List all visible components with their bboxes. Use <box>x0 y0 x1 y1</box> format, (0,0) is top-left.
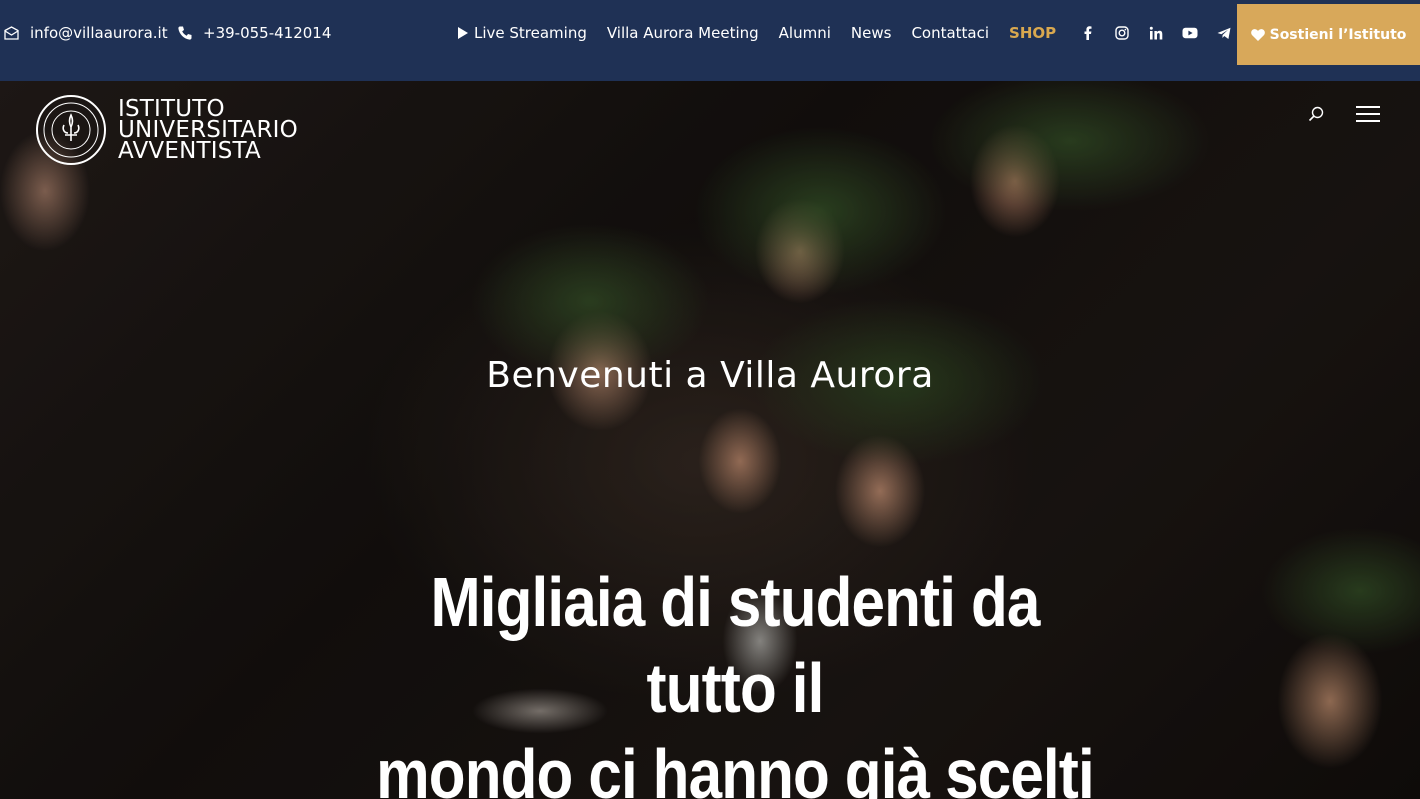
hero-headline: Migliaia di studenti da tutto il mondo c… <box>376 563 1095 799</box>
hero-tools <box>1308 105 1380 123</box>
contact-email[interactable]: info@villaaurora.it <box>3 0 168 66</box>
donate-button[interactable]: Sostieni l’Istituto <box>1237 4 1420 65</box>
nav-villa-aurora-meeting[interactable]: Villa Aurora Meeting <box>607 24 759 42</box>
linkedin-icon[interactable] <box>1148 25 1164 41</box>
play-icon <box>458 27 468 39</box>
logo-seal-icon <box>36 95 106 165</box>
instagram-icon[interactable] <box>1114 25 1130 41</box>
top-bar: info@villaaurora.it +39-055-412014 Live … <box>0 0 1420 81</box>
nav-shop[interactable]: SHOP <box>1009 24 1056 42</box>
search-icon[interactable] <box>1308 106 1324 122</box>
hero-section: ISTITUTO UNIVERSITARIO AVVENTISTA Benven… <box>0 81 1420 799</box>
nav-news[interactable]: News <box>851 24 892 42</box>
site-logo[interactable]: ISTITUTO UNIVERSITARIO AVVENTISTA <box>36 95 298 165</box>
youtube-icon[interactable] <box>1182 25 1198 41</box>
envelope-icon <box>4 25 19 40</box>
nav-alumni[interactable]: Alumni <box>779 24 831 42</box>
facebook-icon[interactable] <box>1080 25 1096 41</box>
contact-phone[interactable]: +39-055-412014 <box>177 0 331 66</box>
hamburger-menu-icon[interactable] <box>1356 105 1380 123</box>
main-nav: Live Streaming Villa Aurora Meeting Alum… <box>458 0 1270 66</box>
nav-contattaci[interactable]: Contattaci <box>911 24 989 42</box>
phone-icon <box>178 26 192 40</box>
nav-live-streaming[interactable]: Live Streaming <box>458 24 587 42</box>
telegram-icon[interactable] <box>1216 25 1232 41</box>
heart-icon <box>1250 28 1265 41</box>
phone-text[interactable]: +39-055-412014 <box>203 24 331 42</box>
hero-welcome: Benvenuti a Villa Aurora <box>486 355 934 396</box>
email-text[interactable]: info@villaaurora.it <box>30 24 168 42</box>
logo-wordmark: ISTITUTO UNIVERSITARIO AVVENTISTA <box>118 95 298 164</box>
